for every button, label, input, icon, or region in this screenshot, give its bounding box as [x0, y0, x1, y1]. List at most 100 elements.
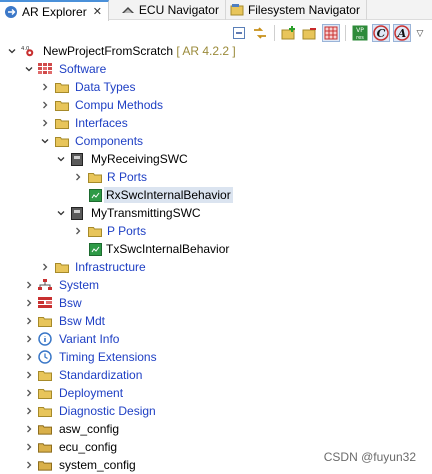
folder-icon: [88, 224, 102, 238]
expand-chevron-icon[interactable]: [40, 136, 50, 146]
tab-filesystem-navigator[interactable]: Filesystem Navigator: [226, 0, 367, 20]
filter-grid-button[interactable]: [322, 24, 340, 42]
collapsed-chevron-icon[interactable]: [24, 442, 34, 452]
collapsed-chevron-icon[interactable]: [24, 424, 34, 434]
data-types-label: Data Types: [75, 80, 136, 94]
tree-row-deployment[interactable]: Deployment: [0, 384, 432, 402]
tree-row-infrastructure[interactable]: Infrastructure: [0, 258, 432, 276]
expand-chevron-icon[interactable]: [24, 64, 34, 74]
tree-row-rx-behavior[interactable]: RxSwcInternalBehavior: [0, 186, 432, 204]
ar-explorer-tree: 4.0 NewProjectFromScratch [ AR 4.2.2 ] S…: [0, 42, 432, 474]
svg-text:C: C: [377, 27, 386, 40]
bsw-icon: [38, 296, 52, 310]
view-tab-bar: AR Explorer ✕ ECU Navigator Filesystem N…: [0, 0, 432, 21]
tree-row-software[interactable]: Software: [0, 60, 432, 78]
swc-component-icon: [70, 206, 84, 220]
collapsed-chevron-icon[interactable]: [24, 460, 34, 470]
link-with-editor-button[interactable]: [251, 24, 269, 42]
internal-behavior-icon: [88, 188, 102, 202]
expand-chevron-icon[interactable]: [56, 208, 66, 218]
package-folder-icon: [55, 116, 69, 130]
tree-row-transmitting-swc[interactable]: MyTransmittingSWC: [0, 204, 432, 222]
filesystem-navigator-icon: [230, 3, 244, 17]
tree-row-p-ports[interactable]: P Ports: [0, 222, 432, 240]
package-folder-icon: [55, 260, 69, 274]
collapsed-chevron-icon[interactable]: [73, 172, 83, 182]
system-config-label: system_config: [59, 458, 136, 472]
root-label: NewProjectFromScratch: [43, 44, 174, 58]
ar-explorer-icon: [4, 5, 18, 19]
remove-element-button[interactable]: [301, 24, 319, 42]
collapsed-chevron-icon[interactable]: [40, 118, 50, 128]
ecu-config-label: ecu_config: [59, 440, 118, 454]
c-toggle-button[interactable]: C: [372, 24, 390, 42]
collapse-all-button[interactable]: [230, 24, 248, 42]
collapsed-chevron-icon[interactable]: [24, 388, 34, 398]
collapsed-chevron-icon[interactable]: [24, 316, 34, 326]
tree-row-components[interactable]: Components: [0, 132, 432, 150]
collapsed-chevron-icon[interactable]: [24, 334, 34, 344]
collapsed-chevron-icon[interactable]: [24, 298, 34, 308]
close-tab-icon[interactable]: ✕: [93, 5, 102, 18]
r-ports-label: R Ports: [107, 170, 148, 184]
bsw-mdt-label: Bsw Mdt: [59, 314, 106, 328]
tree-row-diagnostic-design[interactable]: Diagnostic Design: [0, 402, 432, 420]
tree-row-bsw-mdt[interactable]: Bsw Mdt: [0, 312, 432, 330]
tree-row-system[interactable]: System: [0, 276, 432, 294]
project-icon: 4.0: [21, 44, 35, 58]
vp-res-button[interactable]: VP res: [351, 24, 369, 42]
tree-row-compu-methods[interactable]: Compu Methods: [0, 96, 432, 114]
collapsed-chevron-icon[interactable]: [40, 82, 50, 92]
tab-ar-explorer-label: AR Explorer: [22, 4, 87, 19]
tree-row-standardization[interactable]: Standardization: [0, 366, 432, 384]
collapsed-chevron-icon[interactable]: [40, 100, 50, 110]
tree-row-tx-behavior[interactable]: TxSwcInternalBehavior: [0, 240, 432, 258]
software-label: Software: [59, 62, 107, 76]
internal-behavior-icon: [88, 242, 102, 256]
collapsed-chevron-icon[interactable]: [73, 226, 83, 236]
tree-row-receiving-swc[interactable]: MyReceivingSWC: [0, 150, 432, 168]
variant-info-icon: [38, 332, 52, 346]
tree-row-bsw[interactable]: Bsw: [0, 294, 432, 312]
tree-row-interfaces[interactable]: Interfaces: [0, 114, 432, 132]
tree-row-timing-extensions[interactable]: Timing Extensions: [0, 348, 432, 366]
package-folder-icon: [55, 98, 69, 112]
variant-info-label: Variant Info: [59, 332, 120, 346]
standardization-label: Standardization: [59, 368, 143, 382]
package-folder-icon: [38, 404, 52, 418]
vp-res-icon: VPres: [352, 25, 368, 41]
collapsed-chevron-icon[interactable]: [40, 262, 50, 272]
package-folder-icon: [38, 386, 52, 400]
tree-row-r-ports[interactable]: R Ports: [0, 168, 432, 186]
swc-component-icon: [70, 152, 84, 166]
diagnostic-design-label: Diagnostic Design: [59, 404, 156, 418]
expand-chevron-icon[interactable]: [56, 154, 66, 164]
collapsed-chevron-icon[interactable]: [24, 352, 34, 362]
compu-methods-label: Compu Methods: [75, 98, 164, 112]
add-element-button[interactable]: [280, 24, 298, 42]
asw-config-label: asw_config: [59, 422, 120, 436]
toolbar-separator: [274, 25, 275, 41]
a-toggle-icon: A: [394, 25, 410, 41]
tree-row-data-types[interactable]: Data Types: [0, 78, 432, 96]
tab-ar-explorer[interactable]: AR Explorer ✕: [0, 0, 109, 21]
collapsed-chevron-icon[interactable]: [24, 406, 34, 416]
c-toggle-icon: C: [373, 25, 389, 41]
receiving-swc-label: MyReceivingSWC: [91, 152, 188, 166]
tab-ecu-navigator[interactable]: ECU Navigator: [109, 0, 226, 20]
tree-row-asw-config[interactable]: asw_config: [0, 420, 432, 438]
system-icon: [38, 278, 52, 292]
tree-row-variant-info[interactable]: Variant Info: [0, 330, 432, 348]
view-menu-caret-icon[interactable]: ▽: [414, 24, 426, 42]
tree-row-root[interactable]: 4.0 NewProjectFromScratch [ AR 4.2.2 ]: [0, 42, 432, 60]
collapsed-chevron-icon[interactable]: [24, 280, 34, 290]
svg-text:res: res: [356, 35, 364, 41]
package-folder-icon: [38, 368, 52, 382]
ecu-navigator-icon: [121, 3, 135, 17]
a-toggle-button[interactable]: A: [393, 24, 411, 42]
expand-chevron-icon[interactable]: [7, 46, 17, 56]
ar-version-label: [ AR 4.2.2 ]: [176, 44, 236, 58]
folder-icon: [38, 458, 52, 472]
collapsed-chevron-icon[interactable]: [24, 370, 34, 380]
rx-behavior-label: RxSwcInternalBehavior: [104, 187, 233, 203]
